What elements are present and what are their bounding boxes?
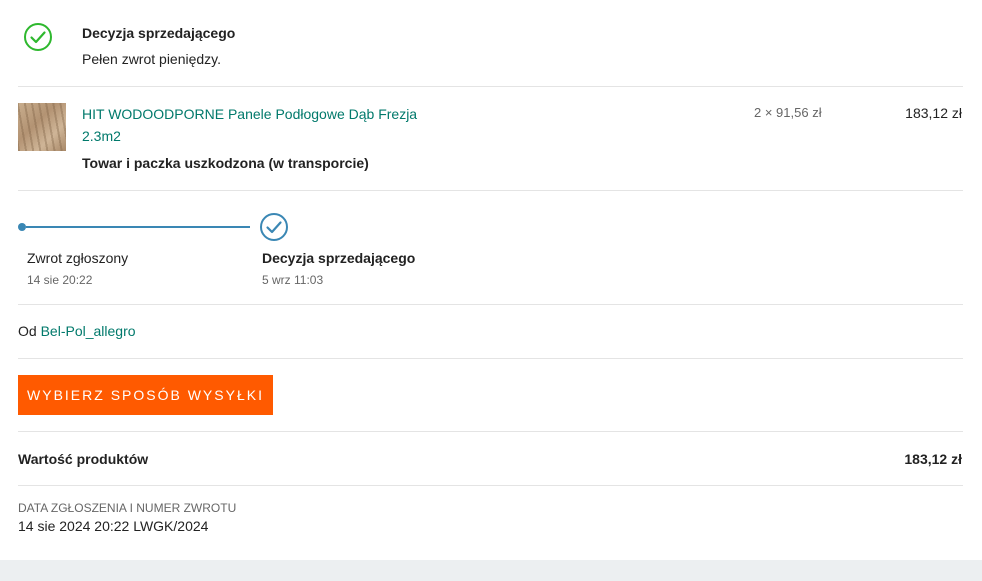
- products-value: 183,12 zł: [904, 451, 962, 467]
- timeline-step-label: Zwrot zgłoszony: [27, 250, 129, 266]
- seller-link[interactable]: Bel-Pol_allegro: [41, 323, 136, 339]
- return-reason: Towar i paczka uszkodzona (w transporcie…: [82, 155, 369, 171]
- timeline-start-dot: [18, 223, 26, 231]
- timeline-check-icon: [259, 212, 289, 242]
- product-name-link[interactable]: HIT WODOODPORNE Panele Podłogowe Dąb Fre…: [82, 103, 442, 147]
- product-thumbnail[interactable]: [18, 103, 66, 151]
- seller-line: Od Bel-Pol_allegro: [18, 323, 136, 339]
- return-info-value: 14 sie 2024 20:22 LWGK/2024: [18, 518, 209, 534]
- page-footer-bar: [0, 560, 982, 581]
- decision-title: Decyzja sprzedającego: [82, 25, 236, 41]
- decision-subtitle: Pełen zwrot pieniędzy.: [82, 51, 222, 67]
- divider: [18, 190, 963, 191]
- timeline-step-date: 14 sie 20:22: [27, 273, 93, 287]
- seller-prefix: Od: [18, 323, 37, 339]
- products-value-label: Wartość produktów: [18, 451, 149, 467]
- decision-check-icon: [23, 22, 53, 52]
- divider: [18, 86, 963, 87]
- product-total: 183,12 zł: [905, 105, 962, 121]
- product-quantity-price: 2 × 91,56 zł: [754, 105, 822, 120]
- divider: [18, 304, 963, 305]
- divider: [18, 358, 963, 359]
- timeline-step-date: 5 wrz 11:03: [262, 273, 324, 287]
- divider: [18, 485, 963, 486]
- divider: [18, 431, 963, 432]
- return-info-label: DATA ZGŁOSZENIA I NUMER ZWROTU: [18, 501, 237, 515]
- choose-shipping-button[interactable]: WYBIERZ SPOSÓB WYSYŁKI: [18, 375, 273, 415]
- timeline-step-label: Decyzja sprzedającego: [262, 250, 416, 266]
- timeline-line: [26, 226, 250, 228]
